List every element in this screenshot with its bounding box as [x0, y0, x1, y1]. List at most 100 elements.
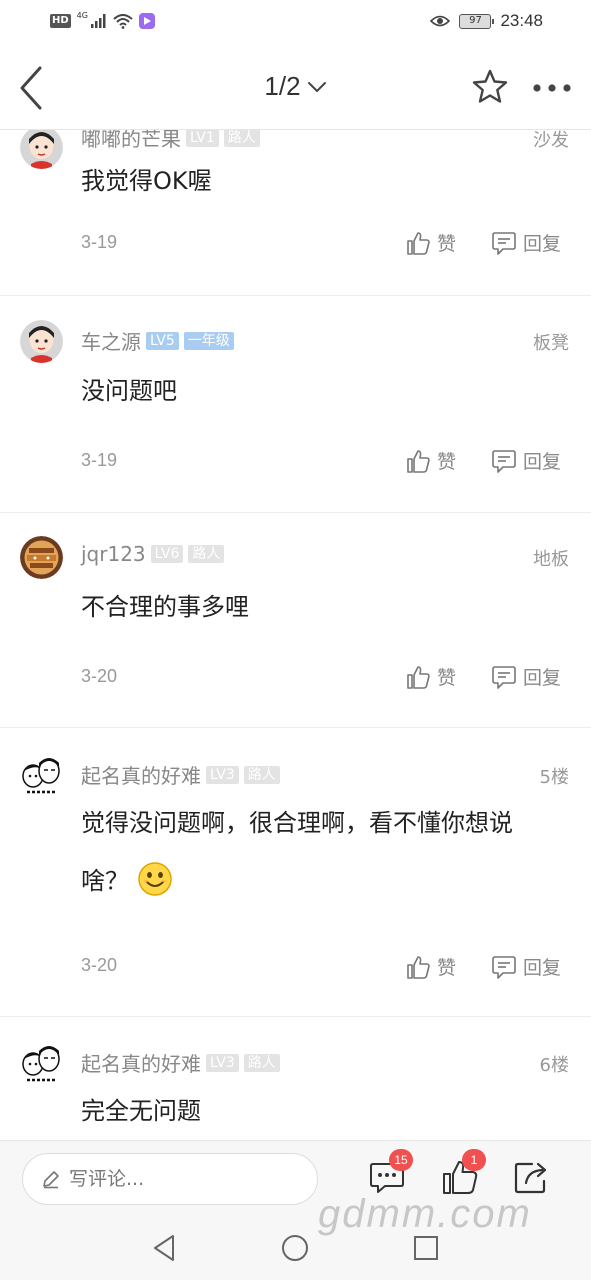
thumbs-up-icon: [407, 231, 430, 255]
user-tag-badge: 路人: [223, 130, 260, 147]
like-label: 赞: [437, 451, 457, 473]
comment-username-row: 车之源 LV5 一年级: [81, 326, 234, 355]
username[interactable]: 起名真的好难: [81, 760, 201, 789]
avatar[interactable]: [20, 536, 63, 579]
comment-date: 3-20: [81, 666, 118, 686]
floor-label: 沙发: [533, 130, 569, 151]
watermark: gdmm.com: [318, 1192, 532, 1236]
reply-button[interactable]: 回复: [491, 663, 561, 690]
like-label: 赞: [437, 233, 457, 255]
page-indicator: 1/2: [264, 71, 301, 101]
like-button[interactable]: 赞: [405, 447, 456, 474]
clock: 23:48: [500, 11, 543, 30]
like-post-button[interactable]: 1: [440, 1149, 486, 1197]
thumbs-up-icon: [407, 449, 430, 473]
comment-list: 嘟嘟的芒果 LV1 路人 沙发 我觉得OK喔 3-19 赞 回复 车之源 LV5…: [0, 130, 591, 1140]
divider: [0, 512, 591, 513]
like-label: 赞: [437, 957, 457, 979]
comment-date: 3-20: [81, 955, 118, 975]
comment-item: 起名真的好难 LV3 路人 6楼 完全无问题: [0, 1040, 591, 1140]
level-badge: LV3: [206, 765, 239, 784]
app-notification-icon: [138, 13, 155, 29]
level-badge: LV1: [186, 130, 219, 147]
user-tag-badge: 路人: [188, 545, 225, 563]
comment-item: 车之源 LV5 一年级 板凳 没问题吧 3-19 赞 回复: [0, 319, 591, 509]
reply-label: 回复: [523, 451, 562, 473]
comment-username-row: 嘟嘟的芒果 LV1 路人: [81, 130, 260, 152]
favorite-star-icon[interactable]: [471, 68, 509, 106]
comment-input-box[interactable]: [22, 1153, 318, 1205]
comment-content: 完全无问题: [81, 1097, 201, 1125]
username[interactable]: jqr123: [81, 542, 146, 566]
smile-emoji-icon: [138, 862, 172, 896]
like-button[interactable]: 赞: [405, 663, 456, 690]
level-badge: LV5: [146, 331, 179, 350]
nav-home-icon[interactable]: [277, 1230, 313, 1266]
like-button[interactable]: 赞: [405, 953, 456, 980]
wifi-icon: [113, 13, 133, 29]
share-button[interactable]: [512, 1157, 552, 1197]
comment-content: 我觉得OK喔: [81, 167, 212, 195]
avatar[interactable]: [20, 130, 63, 169]
comment-count-badge: 15: [389, 1149, 413, 1171]
reply-button[interactable]: 回复: [491, 953, 561, 980]
share-icon: [514, 1162, 547, 1194]
reply-bubble-icon: [492, 449, 516, 473]
comment-item: 嘟嘟的芒果 LV1 路人 沙发 我觉得OK喔 3-19 赞 回复: [0, 130, 591, 296]
reply-label: 回复: [523, 957, 562, 979]
comment-content: 没问题吧: [81, 377, 177, 405]
like-button[interactable]: 赞: [405, 229, 456, 256]
level-badge: LV3: [206, 1053, 239, 1072]
level-badge: LV6: [150, 545, 184, 563]
nav-back-icon[interactable]: [147, 1230, 183, 1266]
comment-date: 3-19: [81, 450, 118, 470]
reply-button[interactable]: 回复: [491, 447, 561, 474]
like-label: 赞: [437, 667, 457, 689]
username[interactable]: 嘟嘟的芒果: [81, 130, 181, 152]
reply-bubble-icon: [492, 955, 516, 979]
comment-content: 不合理的事多哩: [81, 593, 249, 621]
more-options-icon[interactable]: [530, 76, 574, 100]
status-right: 97 23:48: [430, 11, 543, 31]
avatar[interactable]: [20, 1042, 63, 1085]
comment-username-row: 起名真的好难 LV3 路人: [81, 760, 280, 789]
eye-comfort-icon: [430, 15, 451, 27]
user-tag-badge: 路人: [243, 1053, 280, 1072]
chevron-down-icon: [307, 81, 326, 92]
thumbs-up-icon: [407, 665, 430, 689]
user-tag-badge: 一年级: [183, 331, 234, 350]
reply-button[interactable]: 回复: [491, 229, 561, 256]
username[interactable]: 车之源: [81, 326, 141, 355]
header: 1/2: [0, 46, 591, 130]
network-type: 4G: [76, 10, 88, 20]
battery-icon: 97: [459, 13, 495, 29]
avatar[interactable]: [20, 320, 63, 363]
comment-content: 觉得没问题啊，很合理啊，看不懂你想说啥？: [81, 794, 541, 910]
comment-username-row: 起名真的好难 LV3 路人: [81, 1048, 280, 1077]
divider: [0, 1016, 591, 1017]
comment-item: jqr123 LV6 路人 地板 不合理的事多哩 3-20 赞 回复: [0, 535, 591, 725]
reply-label: 回复: [523, 667, 562, 689]
comment-date: 3-19: [81, 232, 118, 252]
divider: [0, 295, 591, 296]
status-bar: HD 4G 97 23:48: [0, 0, 591, 46]
status-left: HD 4G: [50, 10, 155, 29]
comment-username-row: jqr123 LV6 路人: [81, 542, 225, 566]
comments-button[interactable]: 15: [367, 1149, 413, 1197]
reply-bubble-icon: [492, 231, 516, 255]
comment-input[interactable]: [69, 1168, 289, 1190]
floor-label: 板凳: [533, 333, 569, 354]
comment-item: 起名真的好难 LV3 路人 5楼 觉得没问题啊，很合理啊，看不懂你想说啥？ 3-…: [0, 752, 591, 1012]
floor-label: 6楼: [539, 1055, 569, 1076]
reply-bubble-icon: [492, 665, 516, 689]
hd-icon: HD: [50, 14, 71, 28]
thumbs-up-icon: [407, 955, 430, 979]
floor-label: 地板: [533, 549, 569, 570]
signal-icon: [90, 14, 106, 28]
like-count-badge: 1: [462, 1149, 486, 1171]
user-tag-badge: 路人: [243, 765, 280, 784]
username[interactable]: 起名真的好难: [81, 1048, 201, 1077]
avatar[interactable]: [20, 754, 63, 797]
divider: [0, 727, 591, 728]
floor-label: 5楼: [539, 767, 569, 788]
